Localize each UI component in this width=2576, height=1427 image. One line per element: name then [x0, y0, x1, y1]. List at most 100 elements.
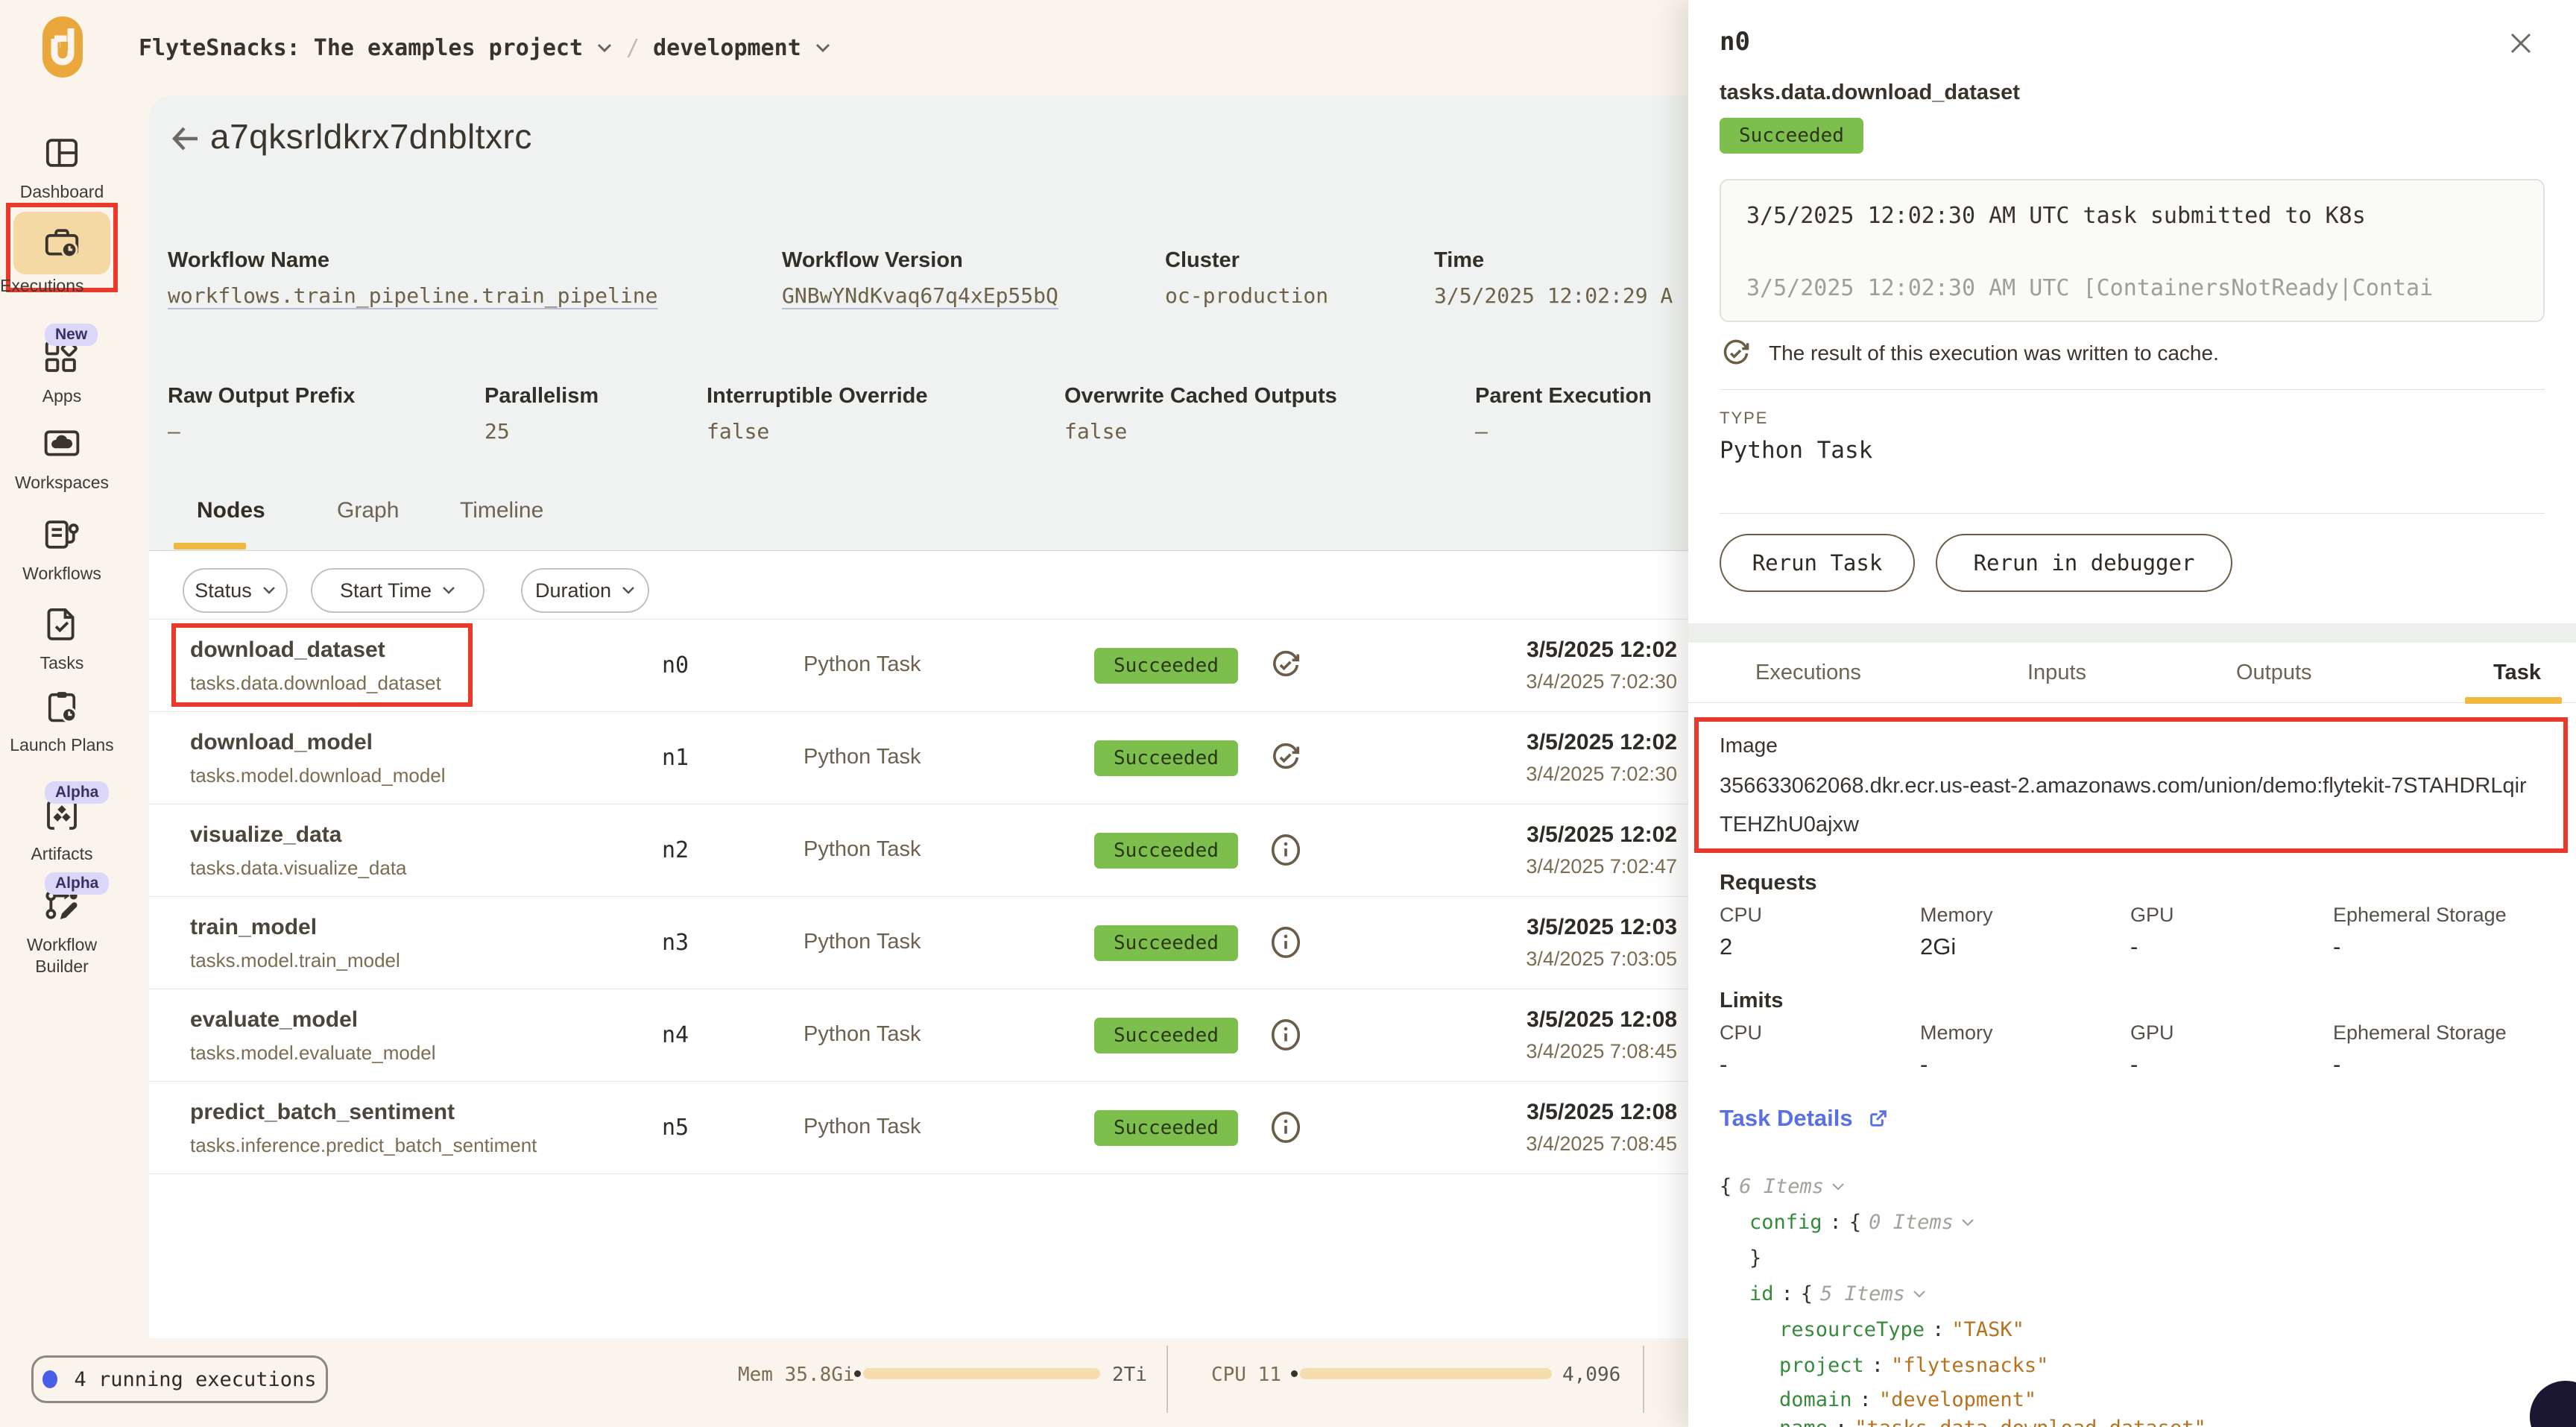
resource-header: CPU	[1720, 1021, 1762, 1045]
sidebar-label: Tasks	[0, 652, 124, 674]
divider	[1643, 1346, 1644, 1413]
json-root-line[interactable]: { 6 Items	[1720, 1175, 1845, 1198]
close-icon[interactable]	[2507, 30, 2537, 60]
node-id: n3	[662, 930, 689, 956]
node-name[interactable]: download_dataset	[190, 637, 385, 663]
sidebar-item-workspaces[interactable]: Workspaces	[0, 423, 124, 494]
info-icon[interactable]	[1269, 925, 1303, 960]
table-row[interactable]: download_dataset tasks.data.download_dat…	[149, 619, 1688, 711]
table-row[interactable]: predict_batch_sentiment tasks.inference.…	[149, 1081, 1688, 1174]
sidebar-item-workflows[interactable]: Workflows	[0, 514, 124, 585]
view-tabs: Nodes Graph Timeline	[149, 498, 1688, 550]
tab-task[interactable]: Task	[2493, 661, 2541, 685]
node-name[interactable]: visualize_data	[190, 822, 341, 848]
local-time: 3/4/2025 7:08:45	[1526, 1133, 1677, 1156]
task-details-link[interactable]: Task Details	[1720, 1105, 1890, 1132]
divider	[1720, 389, 2545, 390]
tab-executions[interactable]: Executions	[1755, 661, 1861, 685]
status-badge: Succeeded	[1094, 833, 1238, 869]
node-id: n0	[662, 652, 689, 678]
start-time-filter[interactable]: Start Time	[311, 568, 484, 613]
sidebar-label: Workspaces	[0, 472, 124, 494]
tab-outputs[interactable]: Outputs	[2236, 661, 2312, 685]
resource-header: GPU	[2130, 1021, 2174, 1045]
local-time: 3/4/2025 7:02:47	[1526, 855, 1677, 878]
task-type: Python Task	[804, 1115, 921, 1139]
sidebar-item-artifacts[interactable]: Alpha Artifacts	[0, 795, 124, 865]
duration-filter[interactable]: Duration	[521, 568, 649, 613]
local-time: 3/4/2025 7:02:30	[1526, 763, 1677, 786]
external-link-icon	[1866, 1106, 1890, 1130]
status-filter[interactable]: Status	[183, 568, 288, 613]
rerun-task-button[interactable]: Rerun Task	[1720, 534, 1915, 592]
overwrite-cached-value: false	[1064, 419, 1127, 444]
execution-detail-card: a7qksrldkrx7dnbltxrc Workflow Name workf…	[149, 95, 1688, 1338]
image-label: Image	[1720, 734, 1778, 757]
running-executions-button[interactable]: 4 running executions	[31, 1355, 328, 1403]
cluster-value: oc-production	[1165, 283, 1328, 308]
tab-nodes[interactable]: Nodes	[197, 498, 265, 523]
table-row[interactable]: download_model tasks.model.download_mode…	[149, 711, 1688, 804]
dashboard-icon	[42, 133, 82, 173]
meta-label: Interruptible Override	[707, 384, 928, 409]
tab-graph[interactable]: Graph	[337, 498, 399, 523]
section-separator	[1688, 623, 2576, 643]
chevron-down-icon	[622, 586, 635, 595]
task-id: tasks.model.evaluate_model	[190, 1042, 436, 1065]
breadcrumb-separator: /	[626, 35, 640, 61]
filter-label: Duration	[535, 579, 611, 602]
task-log-box[interactable]: 3/5/2025 12:02:30 AM UTC task submitted …	[1720, 179, 2545, 322]
tab-inputs[interactable]: Inputs	[2027, 661, 2086, 685]
info-icon[interactable]	[1269, 1110, 1303, 1144]
sidebar-item-executions[interactable]	[13, 212, 110, 274]
union-logo-icon[interactable]	[42, 16, 83, 78]
table-row[interactable]: train_model tasks.model.train_model n3 P…	[149, 896, 1688, 989]
resource-value: -	[2130, 1051, 2138, 1078]
node-name[interactable]: evaluate_model	[190, 1007, 358, 1033]
json-field: domain: "development"	[1779, 1388, 2036, 1411]
sidebar-item-tasks[interactable]: Tasks	[0, 604, 124, 674]
chevron-down-icon[interactable]	[596, 42, 613, 53]
task-id: tasks.data.download_dataset	[190, 672, 441, 695]
interruptible-value: false	[707, 419, 769, 444]
info-icon[interactable]	[1269, 1018, 1303, 1052]
node-id: n1	[662, 745, 689, 771]
filter-label: Status	[195, 579, 252, 602]
json-id-line[interactable]: id: { 5 Items	[1749, 1282, 1926, 1305]
cache-check-icon[interactable]	[1269, 740, 1303, 775]
node-detail-panel: n0 tasks.data.download_dataset Succeeded…	[1688, 0, 2576, 1427]
cpu-usage-label: CPU 11	[1211, 1364, 1281, 1386]
info-icon[interactable]	[1269, 833, 1303, 867]
table-row[interactable]: evaluate_model tasks.model.evaluate_mode…	[149, 989, 1688, 1081]
rerun-debugger-button[interactable]: Rerun in debugger	[1936, 534, 2232, 592]
back-button[interactable]	[168, 121, 203, 157]
sidebar-item-workflow-builder[interactable]: Alpha Workflow Builder	[0, 886, 124, 977]
table-row[interactable]: visualize_data tasks.data.visualize_data…	[149, 804, 1688, 896]
cache-check-icon[interactable]	[1269, 648, 1303, 682]
sidebar-item-dashboard[interactable]: Dashboard	[0, 133, 124, 203]
workflow-name-link[interactable]: workflows.train_pipeline.train_pipeline	[168, 283, 657, 308]
cache-check-icon	[1720, 337, 1752, 370]
execution-header	[149, 95, 1688, 551]
tab-timeline[interactable]: Timeline	[460, 498, 543, 523]
breadcrumb-domain[interactable]: development	[653, 35, 801, 61]
breadcrumb-project[interactable]: FlyteSnacks: The examples project	[139, 35, 583, 61]
meta-label: Raw Output Prefix	[168, 384, 355, 409]
resource-value: -	[1720, 1051, 1727, 1078]
sidebar-item-launch-plans[interactable]: Launch Plans	[0, 687, 124, 756]
node-name[interactable]: download_model	[190, 730, 373, 755]
task-id: tasks.inference.predict_batch_sentiment	[190, 1134, 537, 1157]
workspaces-icon	[42, 423, 82, 464]
json-config-line[interactable]: config: { 0 Items	[1749, 1211, 1974, 1234]
sidebar-item-apps[interactable]: New Apps	[0, 337, 124, 407]
node-name[interactable]: train_model	[190, 915, 317, 940]
executions-icon	[42, 223, 82, 263]
workflow-version-link[interactable]: GNBwYNdKvaq67q4xEp55bQ	[782, 283, 1058, 308]
local-time: 3/4/2025 7:03:05	[1526, 948, 1677, 971]
node-name[interactable]: predict_batch_sentiment	[190, 1100, 455, 1125]
sidebar-label: Executions	[0, 276, 124, 296]
start-time: 3/5/2025 12:08	[1526, 1007, 1677, 1033]
panel-title: n0	[1720, 27, 1750, 57]
parent-execution-value: –	[1475, 419, 1488, 444]
chevron-down-icon[interactable]	[815, 42, 831, 53]
